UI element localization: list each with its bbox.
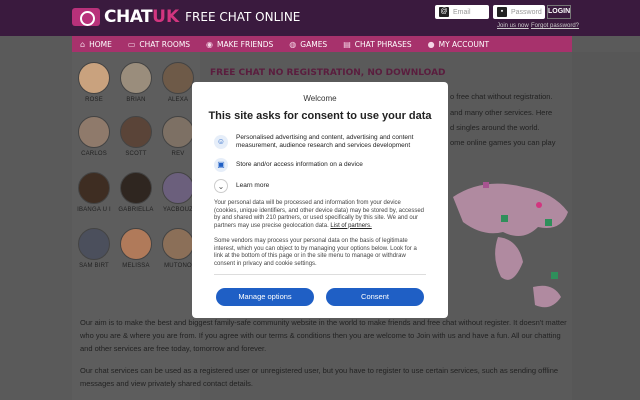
friend-card[interactable]: SCOTT [116,116,156,157]
intro-line: and many other services. Here [450,108,553,117]
logo-chat-text: CHAT [104,7,153,27]
consent-data-paragraph: Your personal data will be processed and… [214,200,426,230]
page-title: FREE CHAT NO REGISTRATION, NO DOWNLOAD [210,68,446,78]
site-logo[interactable]: CHAT UK FREE CHAT ONLINE [72,6,300,28]
avatar [78,62,110,94]
consent-data-text: Your personal data will be processed and… [214,200,425,229]
avatar [78,172,110,204]
about-paragraph: Our aim is to make the best and biggest … [80,318,567,353]
friend-name: BRIAN [126,97,146,103]
consent-title: This site asks for consent to use your d… [208,110,432,122]
consent-button[interactable]: Consent [326,288,424,306]
nav-item-make-friends[interactable]: ◉ MAKE FRIENDS [198,40,281,49]
friend-card[interactable]: MELISSA [116,228,156,269]
lock-icon: ▪ [497,7,507,17]
consent-purpose: ☺ Personalised advertising and content, … [214,134,436,150]
purpose-text: Personalised advertising and content, ad… [236,134,414,149]
logo-icon [72,8,100,26]
avatar [120,62,152,94]
avatar [162,228,194,260]
purpose-text: Store and/or access information on a dev… [236,161,363,168]
intro-line: ome online games you can play [450,138,556,147]
forgot-password-link[interactable]: Forgot password? [531,23,579,29]
nav-item-label: MAKE FRIENDS [217,39,274,49]
join-link[interactable]: Join us now [497,23,529,29]
avatar [120,116,152,148]
friend-name: SAM BIRT [79,263,109,269]
world-map-image [453,182,568,308]
avatar [78,116,110,148]
avatar [162,116,194,148]
friend-card[interactable]: ROSE [74,62,114,103]
consent-dialog: Welcome This site asks for consent to us… [192,82,448,318]
friend-name: IBANGA U I [77,207,111,213]
avatar [120,172,152,204]
consent-vendors-paragraph: Some vendors may process your personal d… [214,238,417,267]
nav-item-games[interactable]: ◍ GAMES [281,40,335,49]
partners-link[interactable]: List of partners. [330,223,371,229]
nav-item-label: MY ACCOUNT [438,39,490,49]
friend-name: SCOTT [125,151,147,157]
friend-name: ROSE [85,97,103,103]
consent-purpose: ▣ Store and/or access information on a d… [214,158,436,172]
nav-item-label: CHAT PHRASES [354,39,412,49]
avatar [120,228,152,260]
avatar [162,172,194,204]
avatar [78,228,110,260]
email-field[interactable]: @ Email [435,5,489,19]
nav-item-home[interactable]: ⌂ HOME [72,40,120,49]
friend-card[interactable]: IBANGA U I [74,172,114,213]
nav-item-chat-phrases[interactable]: ▤ CHAT PHRASES [335,40,419,49]
gamepad-icon: ◍ [289,39,297,49]
friend-card[interactable]: SAM BIRT [74,228,114,269]
main-nav: ⌂ HOME ▭ CHAT ROOMS ◉ MAKE FRIENDS ◍ GAMES ▤… [72,36,572,52]
password-field[interactable]: ▪ Password [493,5,545,19]
services-paragraph: Our chat services can be used as a regis… [80,366,559,388]
friend-name: CARLOS [81,151,107,157]
email-placeholder: Email [453,8,471,16]
manage-options-button[interactable]: Manage options [216,288,314,306]
chevron-down-icon: ⌄ [214,179,228,193]
nav-item-chat-rooms[interactable]: ▭ CHAT ROOMS [120,40,198,49]
nav-item-label: HOME [89,39,112,49]
logo-tagline: FREE CHAT ONLINE [185,10,301,24]
friend-card[interactable]: GABRIELLA [116,172,156,213]
divider [214,274,426,275]
nav-item-label: CHAT ROOMS [139,39,191,49]
consent-welcome: Welcome [303,94,337,103]
friend-card[interactable]: BRIAN [116,62,156,103]
learn-more-toggle[interactable]: ⌄ Learn more [214,179,436,193]
avatar [162,62,194,94]
at-icon: @ [439,7,449,17]
friends-icon: ◉ [206,39,214,49]
site-header: CHAT UK FREE CHAT ONLINE @ Email ▪ Passw… [0,0,640,36]
home-icon: ⌂ [80,39,86,49]
login-button[interactable]: LOGIN [547,5,571,19]
learn-more-label: Learn more [236,182,270,189]
person-icon: ☺ [214,135,228,149]
page-gutter [572,52,640,400]
friend-name: GABRIELLA [118,207,154,213]
chat-icon: ▭ [127,39,136,49]
nav-item-label: GAMES [300,39,328,49]
intro-line: d singles around the world. [450,123,540,132]
password-placeholder: Password [511,8,542,16]
friend-name: MELISSA [122,263,150,269]
intro-line: o free chat without registration. [450,92,553,101]
logo-uk-text: UK [152,7,180,27]
device-icon: ▣ [214,158,228,172]
nav-item-my-account[interactable]: ● MY ACCOUNT [420,40,497,49]
friend-card[interactable]: CARLOS [74,116,114,157]
user-icon: ● [427,39,435,49]
book-icon: ▤ [343,39,351,49]
